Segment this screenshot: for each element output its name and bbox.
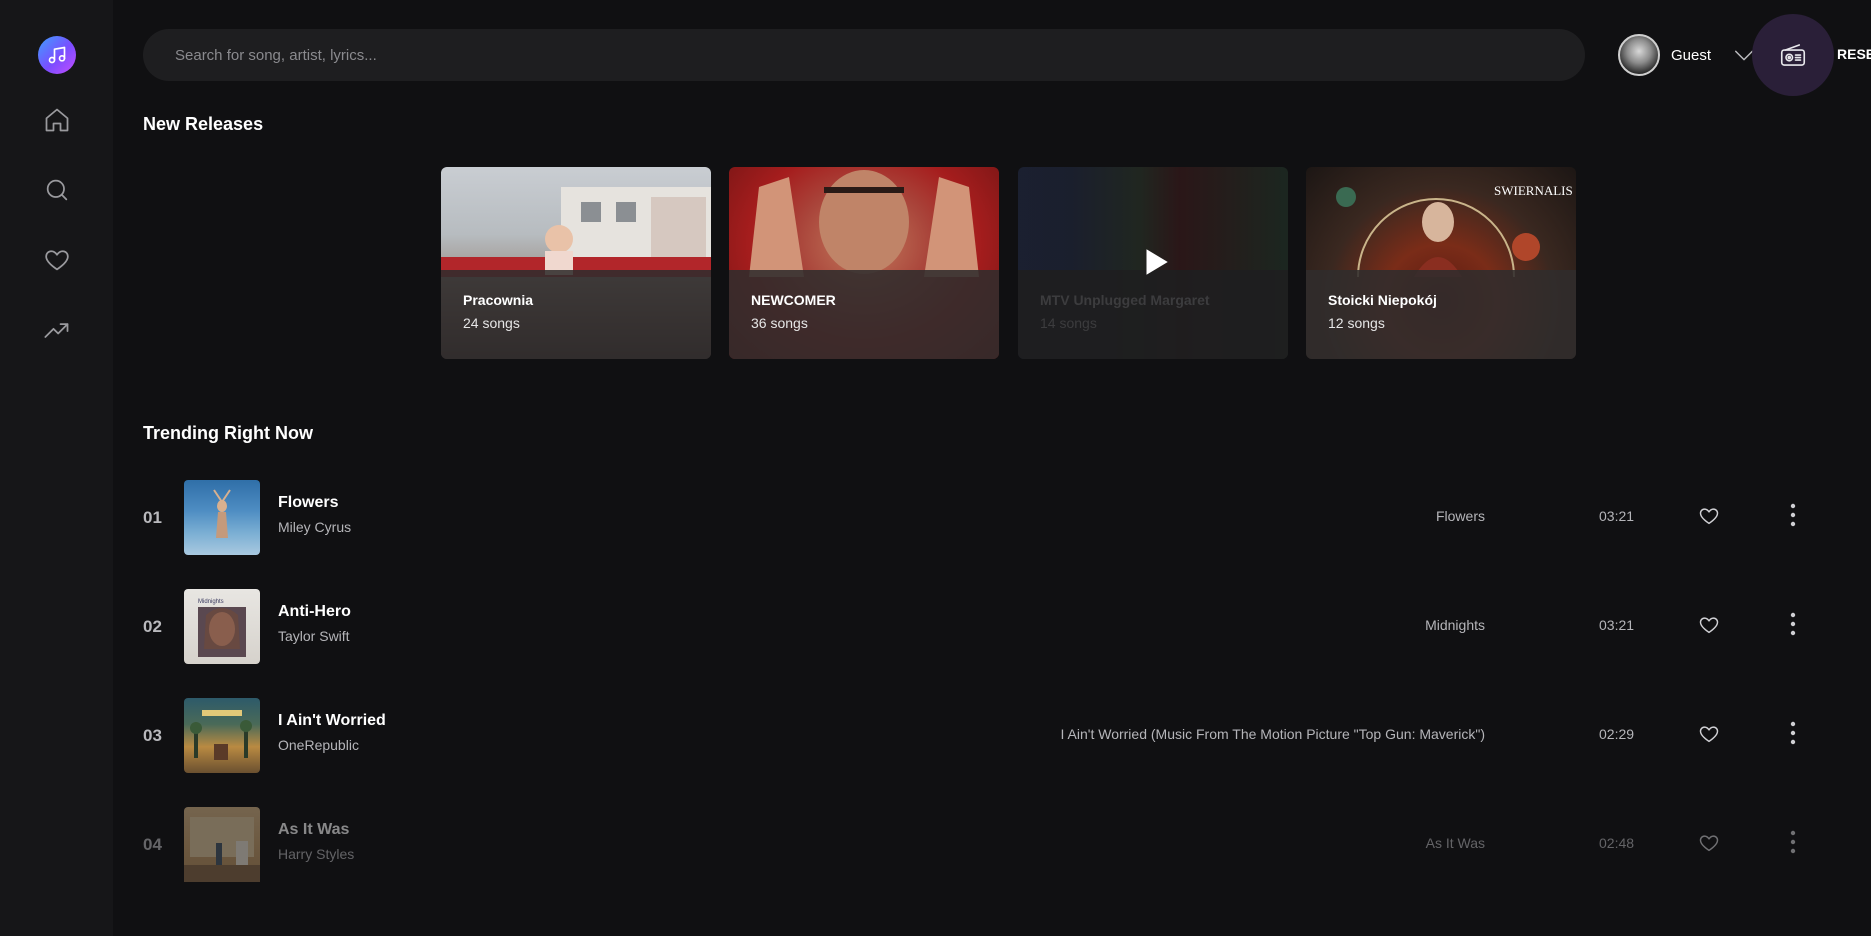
release-title: Pracownia (463, 292, 534, 308)
trending-icon (43, 323, 68, 338)
track-number: 04 (143, 835, 162, 854)
release-song-count: 14 songs (1040, 315, 1097, 331)
user-menu[interactable]: Guest (1618, 33, 1755, 77)
track-number: 03 (143, 726, 162, 745)
release-card-info: Pracownia 24 songs (441, 270, 711, 359)
avatar[interactable] (1618, 34, 1660, 76)
track-album[interactable]: I Ain't Worried (Music From The Motion P… (1061, 726, 1485, 742)
vertical-dots-icon[interactable] (1788, 829, 1798, 855)
track-artist[interactable]: OneRepublic (278, 737, 359, 753)
sidebar (0, 0, 113, 936)
release-song-count: 24 songs (463, 315, 520, 331)
app-logo[interactable] (37, 36, 76, 74)
track-row[interactable]: 03 I Ain't Worried OneRepublic I Ain't W… (143, 698, 1803, 774)
track-number: 02 (143, 617, 162, 636)
track-row[interactable]: 01 Flowers Miley Cyrus Flowers 03:21 (143, 480, 1803, 556)
track-cover (184, 807, 260, 882)
search-icon (46, 179, 67, 201)
track-duration: 02:29 (1599, 726, 1635, 742)
track-cover (184, 480, 260, 555)
release-song-count: 12 songs (1328, 315, 1385, 331)
track-album[interactable]: Midnights (1425, 617, 1485, 633)
release-card[interactable]: Pracownia 24 songs (441, 167, 711, 359)
track-number: 01 (143, 508, 162, 527)
album-art-image (749, 170, 979, 277)
nav-home[interactable] (33, 96, 81, 144)
release-card[interactable]: SWIERNALIS Stoicki Niepokój 12 songs (1306, 167, 1576, 359)
heart-outline-icon[interactable] (1698, 723, 1720, 745)
track-row[interactable]: 02 Midnights Anti-Hero Taylor Swift Midn… (143, 589, 1803, 665)
trending-heading: Trending Right Now (143, 423, 313, 443)
release-title: MTV Unplugged Margaret (1040, 292, 1210, 308)
track-row[interactable]: 04 As It Was Harry Styles As It Was 02:4… (143, 807, 1803, 883)
play-icon[interactable] (1138, 245, 1172, 279)
vertical-dots-icon[interactable] (1788, 611, 1798, 637)
music-note-icon (48, 46, 65, 64)
album-art-text: SWIERNALIS (1494, 183, 1573, 198)
radio-icon (1780, 44, 1806, 66)
nav-favorites[interactable] (33, 236, 81, 284)
track-title: As It Was (278, 821, 350, 838)
nav-trending[interactable] (33, 306, 81, 354)
album-art-image: SWIERNALIS (1336, 183, 1573, 277)
heart-icon (44, 250, 69, 271)
track-artist[interactable]: Taylor Swift (278, 628, 350, 644)
track-cover-image (190, 710, 252, 760)
release-song-count: 36 songs (751, 315, 808, 331)
search-bar[interactable] (143, 29, 1585, 81)
track-artist[interactable]: Harry Styles (278, 846, 354, 862)
release-card-info: NEWCOMER 36 songs (729, 270, 999, 359)
heart-outline-icon[interactable] (1698, 505, 1720, 527)
track-cover: Midnights (184, 589, 260, 664)
track-duration: 03:21 (1599, 508, 1635, 524)
release-title: Stoicki Niepokój (1328, 292, 1437, 308)
home-icon (45, 108, 68, 132)
new-releases-heading: New Releases (143, 114, 264, 134)
release-card[interactable]: MTV Unplugged Margaret 14 songs (1018, 167, 1288, 359)
user-name: Guest (1671, 46, 1712, 64)
heart-outline-icon[interactable] (1698, 832, 1720, 854)
album-art-image (441, 187, 711, 277)
release-title: NEWCOMER (751, 292, 836, 308)
track-album[interactable]: As It Was (1426, 835, 1485, 851)
release-card-info: Stoicki Niepokój 12 songs (1306, 270, 1576, 359)
track-album[interactable]: Flowers (1436, 508, 1485, 524)
radio-button[interactable] (1752, 14, 1834, 96)
track-cover-image (213, 489, 231, 538)
track-title: Anti-Hero (278, 603, 351, 620)
release-card[interactable]: NEWCOMER 36 songs (729, 167, 999, 359)
vertical-dots-icon[interactable] (1788, 502, 1798, 528)
track-cover-text: Midnights (198, 599, 224, 605)
track-cover-image (184, 817, 260, 882)
track-title: Flowers (278, 494, 339, 511)
release-card-info: MTV Unplugged Margaret 14 songs (1018, 270, 1288, 359)
heart-outline-icon[interactable] (1698, 614, 1720, 636)
vertical-dots-icon[interactable] (1788, 720, 1798, 746)
track-cover (184, 698, 260, 773)
nav-search[interactable] (33, 166, 81, 214)
search-input[interactable] (175, 46, 1585, 64)
track-artist[interactable]: Miley Cyrus (278, 519, 351, 535)
track-title: I Ain't Worried (278, 712, 386, 729)
track-duration: 02:48 (1599, 835, 1635, 851)
track-duration: 03:21 (1599, 617, 1635, 633)
track-cover-image: Midnights (198, 599, 246, 657)
radio-label: RESE (1837, 46, 1871, 62)
